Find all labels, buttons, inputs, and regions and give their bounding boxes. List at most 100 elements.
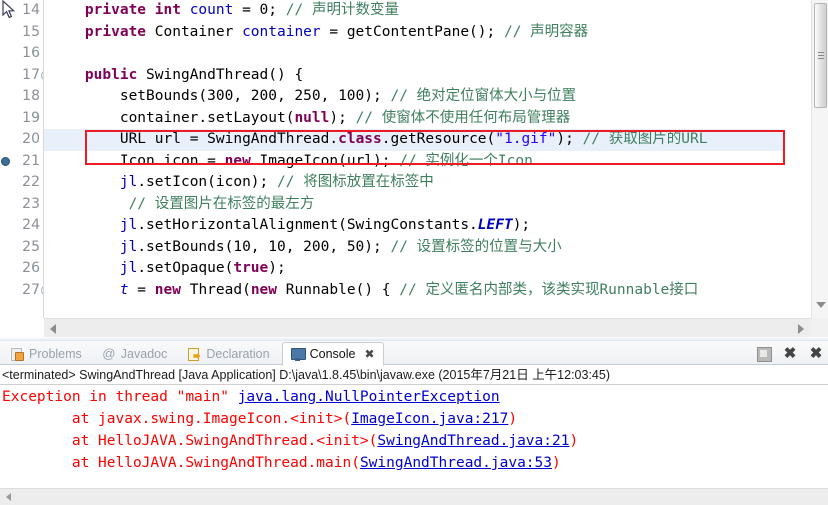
tab-declaration[interactable]: Declaration bbox=[179, 343, 277, 365]
tab-console[interactable]: Console ✖ bbox=[281, 342, 384, 366]
code-token: true bbox=[233, 260, 269, 276]
code-token: // 绝对定位窗体大小与位置 bbox=[390, 88, 577, 104]
console-toolbar[interactable]: ✖ ✖ bbox=[756, 343, 824, 365]
console-output[interactable]: Exception in thread "main" java.lang.Nul… bbox=[0, 386, 828, 486]
line-number-label: 16 bbox=[22, 45, 40, 61]
line-number[interactable]: 20 bbox=[0, 129, 43, 151]
code-content[interactable]: private int count = 0; // 声明计数变量 private… bbox=[44, 0, 784, 318]
code-token: setBounds(300, 200, 250, 100); bbox=[50, 88, 391, 104]
code-token: URL bbox=[50, 131, 155, 147]
line-number-label: 18 bbox=[22, 88, 40, 104]
code-line[interactable]: jl.setBounds(10, 10, 200, 50); // 设置标签的位… bbox=[44, 237, 784, 259]
code-token: // 将图标放置在标签中 bbox=[277, 174, 434, 190]
tab-problems[interactable]: Problems bbox=[2, 343, 90, 365]
code-editor[interactable]: 14 15 16 17 18 19 20 21 22 23 24 25 26 27 private int… bbox=[0, 0, 828, 337]
line-number[interactable]: 21 bbox=[0, 151, 43, 173]
line-number[interactable]: 24 bbox=[0, 215, 43, 237]
code-line[interactable]: container.setLayout(null); // 使窗体不使用任何布局… bbox=[44, 108, 784, 130]
code-token: .setLayout( bbox=[198, 109, 295, 126]
code-token: new bbox=[224, 152, 251, 169]
code-token: // 声明容器 bbox=[503, 23, 589, 40]
code-line[interactable]: jl.setIcon(icon); // 将图标放置在标签中 bbox=[44, 172, 784, 194]
vertical-scroll-thumb[interactable] bbox=[814, 3, 827, 108]
code-token: null bbox=[294, 109, 330, 126]
code-token: jl bbox=[119, 238, 138, 255]
code-token: = bbox=[128, 281, 155, 298]
code-token: // 定义匿名内部类，该类实现Runnable接口 bbox=[399, 281, 699, 298]
console-icon bbox=[290, 347, 306, 361]
scroll-down-arrow-icon[interactable] bbox=[816, 302, 826, 308]
line-number[interactable]: 16 bbox=[0, 43, 43, 65]
code-token: int bbox=[154, 2, 181, 18]
line-number[interactable]: 15 bbox=[0, 22, 43, 44]
terminate-button[interactable] bbox=[756, 346, 772, 362]
code-line[interactable] bbox=[44, 43, 784, 65]
code-token: ImageIcon(url); bbox=[250, 152, 400, 169]
code-line[interactable]: private Container container = getContent… bbox=[44, 22, 784, 44]
line-number[interactable]: 19 bbox=[0, 108, 43, 130]
stack-trace-link[interactable]: SwingAndThread.java:21 bbox=[377, 433, 569, 449]
remove-launch-button[interactable]: ✖ bbox=[782, 346, 798, 362]
close-icon[interactable]: ✖ bbox=[364, 347, 374, 361]
line-number-label: 17 bbox=[22, 66, 40, 83]
code-token: = 0; bbox=[233, 2, 286, 18]
stack-trace-link[interactable]: ImageIcon.java:217 bbox=[351, 411, 508, 427]
code-line[interactable]: // 设置图片在标签的最左方 bbox=[44, 194, 784, 216]
tab-javadoc[interactable]: @ Javadoc bbox=[94, 343, 176, 365]
process-description: <terminated> SwingAndThread [Java Applic… bbox=[0, 365, 828, 385]
editor-horizontal-scrollbar[interactable] bbox=[44, 318, 828, 337]
code-token: ); bbox=[268, 260, 286, 276]
code-line[interactable]: jl.setHorizontalAlignment(SwingConstants… bbox=[44, 215, 784, 237]
code-token: LEFT bbox=[477, 217, 513, 233]
code-token: // 使窗体不使用任何布局管理器 bbox=[355, 109, 571, 126]
scrollbar-corner bbox=[811, 318, 828, 337]
code-token: // 设置图片在标签的最左方 bbox=[128, 195, 315, 212]
code-token: = SwingAndThread. bbox=[180, 131, 339, 147]
stack-trace-link[interactable]: java.lang.NullPointerException bbox=[238, 389, 500, 405]
line-number-label: 20 bbox=[22, 131, 40, 147]
line-number[interactable]: 23 bbox=[0, 194, 43, 216]
scroll-right-arrow-icon[interactable] bbox=[798, 324, 804, 334]
console-horizontal-scrollbar[interactable] bbox=[0, 488, 828, 505]
panel-tab-bar[interactable]: Problems @ Javadoc Declaration Console ✖ bbox=[0, 341, 828, 366]
line-number-label: 19 bbox=[22, 109, 40, 126]
line-number[interactable]: 27 bbox=[0, 280, 52, 302]
breakpoint-marker-icon[interactable] bbox=[1, 156, 10, 166]
code-line[interactable]: jl.setOpaque(true); bbox=[44, 258, 784, 280]
code-line[interactable]: public SwingAndThread() { bbox=[44, 65, 784, 87]
code-token: .getResource( bbox=[381, 131, 496, 147]
code-line[interactable]: URL url = SwingAndThread.class.getResour… bbox=[44, 129, 784, 151]
code-token: SwingAndThread() { bbox=[137, 66, 304, 83]
code-token: // 获取图片的URL bbox=[582, 131, 708, 147]
line-number[interactable]: 26 bbox=[0, 258, 43, 280]
console-scroll-left-arrow-icon[interactable] bbox=[6, 493, 11, 501]
code-line[interactable]: private int count = 0; // 声明计数变量 bbox=[44, 0, 784, 22]
console-text: ) bbox=[552, 455, 561, 471]
scroll-left-arrow-icon[interactable] bbox=[50, 324, 56, 334]
code-line[interactable]: Icon icon = new ImageIcon(url); // 实例化一个… bbox=[44, 151, 784, 173]
code-token: new bbox=[250, 281, 278, 298]
console-text: at HelloJAVA.SwingAndThread.main( bbox=[2, 455, 360, 471]
console-output-line: Exception in thread "main" java.lang.Nul… bbox=[2, 386, 828, 408]
code-token: = bbox=[198, 152, 225, 169]
code-line[interactable]: t = new Thread(new Runnable() { // 定义匿名内… bbox=[44, 280, 784, 302]
code-token: ); bbox=[556, 131, 583, 147]
code-token: ); bbox=[512, 217, 531, 233]
code-line[interactable]: setBounds(300, 200, 250, 100); // 绝对定位窗体… bbox=[44, 86, 784, 108]
line-number[interactable]: 22 bbox=[0, 172, 43, 194]
line-number[interactable]: 18 bbox=[0, 86, 43, 108]
line-number[interactable]: 17 bbox=[0, 65, 52, 87]
remove-all-terminated-button[interactable]: ✖ bbox=[808, 346, 824, 362]
tab-label: Problems bbox=[29, 347, 82, 361]
stack-trace-link[interactable]: SwingAndThread.java:53 bbox=[360, 455, 552, 471]
line-number-gutter[interactable]: 14 15 16 17 18 19 20 21 22 23 24 25 26 27 bbox=[0, 0, 52, 318]
line-number-label: 25 bbox=[22, 238, 40, 255]
editor-vertical-scrollbar[interactable] bbox=[811, 0, 828, 318]
tab-label: Declaration bbox=[206, 347, 270, 361]
console-text: at HelloJAVA.SwingAndThread.<init>( bbox=[2, 433, 378, 449]
line-number[interactable]: 25 bbox=[0, 237, 43, 259]
